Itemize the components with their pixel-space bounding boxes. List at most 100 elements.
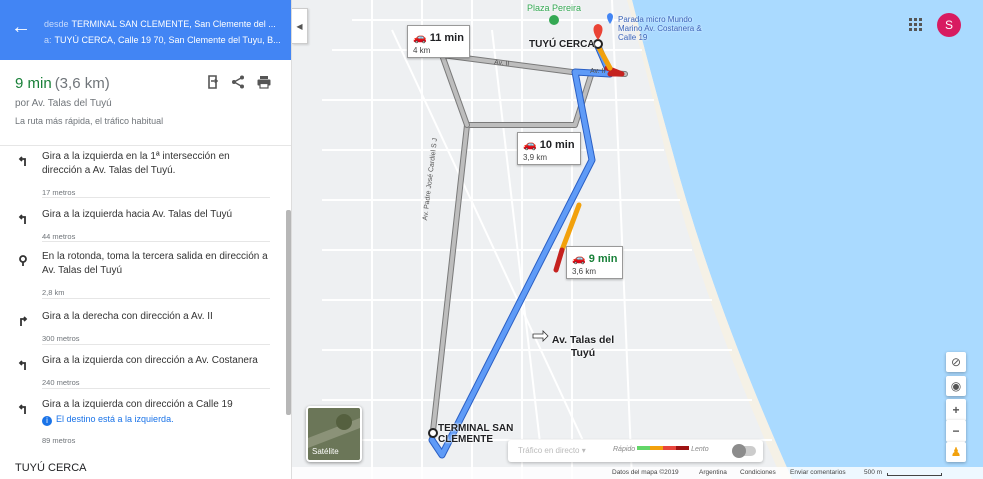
map-canvas[interactable]: Av. II Av. II Av. Padre José Cardiel S J… xyxy=(292,0,983,479)
steps-list: Gira a la izquierda en la 1ª intersecció… xyxy=(0,146,286,479)
alt-route-2-time: 10 min xyxy=(539,139,575,151)
apps-grid-icon[interactable] xyxy=(909,18,923,32)
step-item[interactable]: Gira a la izquierda hacia Av. Talas del … xyxy=(0,208,286,242)
traffic-slow-label: Lento xyxy=(691,446,709,453)
legend-medium xyxy=(650,446,664,450)
step-distance: 89 metros xyxy=(42,436,76,445)
plaza-label[interactable]: Plaza Pereira xyxy=(527,3,581,13)
step-divider xyxy=(42,197,270,198)
destination-field[interactable]: a: TUYÚ CERCA, Calle 19 70, San Clemente … xyxy=(44,35,282,45)
traffic-toggle-switch[interactable] xyxy=(732,444,756,458)
main-street-label: Av. Talas del Tuyú xyxy=(551,334,615,359)
step-text: En la rotonda, toma la tercera salida en… xyxy=(42,251,268,276)
turn-left-icon xyxy=(16,358,30,372)
compass-icon[interactable]: ⊘ xyxy=(946,352,966,372)
traffic-dropdown-label: Tráfico en directo xyxy=(518,446,580,455)
origin-map-label[interactable]: TERMINAL SAN CLEMENTE xyxy=(438,423,518,445)
poi-label[interactable]: Parada micro Mundo Marino Av. Costanera … xyxy=(618,15,713,42)
step-text: Gira a la izquierda hacia Av. Talas del … xyxy=(42,209,233,220)
route-time-value: 9 min xyxy=(15,75,52,92)
traffic-dropdown[interactable]: Tráfico en directo ▾ xyxy=(518,446,586,455)
maps-app: ← desde TERMINAL SAN CLEMENTE, San Clemen… xyxy=(0,0,983,479)
origin-dot xyxy=(428,428,438,438)
map-data-credit: Datos del mapa ©2019 xyxy=(612,469,679,476)
traffic-fast-label: Rápido xyxy=(613,446,636,453)
step-item[interactable]: Gira a la izquierda en la 1ª intersecció… xyxy=(0,150,286,198)
traffic-control: Tráfico en directo ▾ Rápido Lento xyxy=(508,440,763,462)
destination-title: TUYÚ CERCA xyxy=(15,462,87,474)
route-header: ← desde TERMINAL SAN CLEMENTE, San Clemen… xyxy=(0,0,291,60)
map-footer: Datos del mapa ©2019 Argentina Condicion… xyxy=(292,467,983,479)
destination-map-label[interactable]: TUYÚ CERCA xyxy=(529,39,595,50)
destination-label: a: xyxy=(44,35,52,45)
street-label-av-ii-2: Av. II xyxy=(590,68,606,75)
step-text: Gira a la derecha con dirección a Av. II xyxy=(42,311,213,322)
country-link[interactable]: Argentina xyxy=(699,469,727,476)
step-item[interactable]: Gira a la izquierda con dirección a Av. … xyxy=(0,354,286,389)
step-distance: 17 metros xyxy=(42,188,76,197)
origin-field[interactable]: desde TERMINAL SAN CLEMENTE, San Clemente… xyxy=(44,19,282,29)
step-divider xyxy=(42,344,270,345)
print-icon[interactable] xyxy=(254,74,274,94)
step-info: i El destino está a la izquierda. xyxy=(42,414,174,426)
map-graphics xyxy=(322,0,983,479)
step-text: Gira a la izquierda con dirección a Av. … xyxy=(42,355,258,366)
street-view-pegman-icon[interactable]: ♟ xyxy=(946,442,966,462)
terms-link[interactable]: Condiciones xyxy=(740,469,776,476)
feedback-link[interactable]: Enviar comentarios xyxy=(790,469,846,476)
step-divider xyxy=(42,241,270,242)
legend-fast xyxy=(637,446,651,450)
destination-pin-icon xyxy=(593,24,603,40)
alt-route-1-box[interactable]: 🚗 11 min 4 km xyxy=(407,25,470,58)
destination-dot xyxy=(593,39,603,49)
satellite-toggle[interactable]: Satélite xyxy=(306,406,362,462)
step-divider xyxy=(42,388,270,389)
turn-left-icon xyxy=(16,212,30,226)
step-distance: 240 metros xyxy=(42,378,80,387)
origin-value: TERMINAL SAN CLEMENTE, San Clemente del … xyxy=(71,19,276,29)
destination-value: TUYÚ CERCA, Calle 19 70, San Clemente de… xyxy=(54,35,281,45)
route-time: 9 min (3,6 km) xyxy=(15,75,110,92)
step-item[interactable]: En la rotonda, toma la tercera salida en… xyxy=(0,250,286,299)
legend-slow xyxy=(663,446,677,450)
street-label-av-ii: Av. II xyxy=(493,59,510,68)
route-summary: 9 min (3,6 km) por Av. Talas del Tuyú La … xyxy=(0,60,291,146)
step-distance: 2,8 km xyxy=(42,288,65,297)
account-avatar[interactable]: S xyxy=(937,13,961,37)
send-to-phone-icon[interactable] xyxy=(203,74,223,94)
zoom-in-button[interactable]: + xyxy=(946,399,966,421)
info-icon: i xyxy=(42,416,52,426)
traffic-slow-segment xyxy=(553,247,565,273)
scale-label[interactable]: 500 m xyxy=(864,469,882,476)
car-icon: 🚗 xyxy=(413,32,427,44)
main-route-distance: 3,6 km xyxy=(572,267,597,276)
alt-route-1-distance: 4 km xyxy=(413,46,431,55)
route-distance: (3,6 km) xyxy=(54,75,110,92)
turn-left-icon xyxy=(16,154,30,168)
main-route-box[interactable]: 🚗 9 min 3,6 km xyxy=(566,246,624,279)
panel-scrollbar[interactable] xyxy=(286,210,291,415)
back-arrow-icon[interactable]: ← xyxy=(10,14,32,40)
turn-right-icon xyxy=(16,314,30,328)
roundabout-icon xyxy=(16,254,30,268)
satellite-label: Satélite xyxy=(312,447,339,456)
step-distance: 44 metros xyxy=(42,232,76,241)
route-via: por Av. Talas del Tuyú xyxy=(15,98,112,109)
my-location-icon[interactable]: ◉ xyxy=(946,376,966,396)
legend-very-slow xyxy=(676,446,690,450)
origin-label: desde xyxy=(44,19,69,29)
turn-left-icon xyxy=(16,402,30,416)
step-info-text: El destino está a la izquierda. xyxy=(56,414,174,424)
sea-area xyxy=(632,0,983,479)
zoom-out-button[interactable]: − xyxy=(946,420,966,442)
alt-route-1-time: 11 min xyxy=(429,32,464,44)
step-divider xyxy=(42,298,270,299)
alt-route-2-box[interactable]: 🚗 10 min 3,9 km xyxy=(517,132,581,165)
park-marker-icon xyxy=(549,15,559,25)
collapse-panel-button[interactable]: ◀ xyxy=(292,8,308,44)
scale-bar xyxy=(887,473,942,476)
directions-panel: ← desde TERMINAL SAN CLEMENTE, San Clemen… xyxy=(0,0,292,479)
share-icon[interactable] xyxy=(228,74,248,94)
step-item[interactable]: Gira a la izquierda con dirección a Call… xyxy=(0,398,286,448)
step-item[interactable]: Gira a la derecha con dirección a Av. II… xyxy=(0,310,286,345)
